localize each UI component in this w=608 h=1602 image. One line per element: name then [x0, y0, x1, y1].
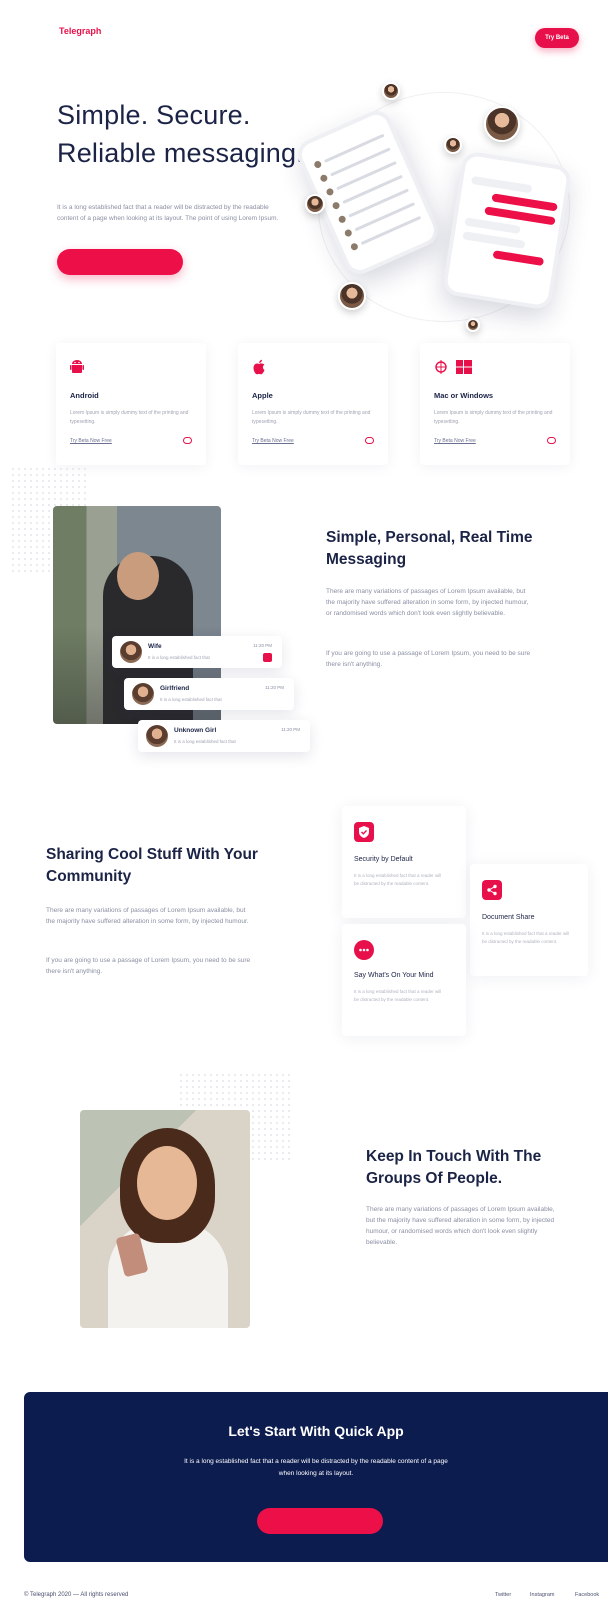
chat-name: Unknown Girl	[174, 727, 217, 734]
chat-preview-card[interactable]: Wife It is a long established fact that …	[112, 636, 282, 668]
apple-icon	[252, 359, 266, 375]
floating-avatar	[382, 82, 400, 100]
chat-message: It is a long established fact that	[160, 697, 222, 702]
platform-description: Lorem Ipsum is simply dummy text of the …	[252, 410, 371, 425]
hero-cta-button[interactable]	[57, 249, 183, 275]
floating-avatar	[338, 282, 366, 310]
feature-title: Say What's On Your Mind	[354, 972, 434, 979]
arrow-right-icon[interactable]	[547, 437, 556, 444]
cta-title: Let's Start With Quick App	[228, 1423, 404, 1439]
chat-preview-card[interactable]: Unknown Girl It is a long established fa…	[138, 720, 310, 752]
sharing-body-2: If you are going to use a passage of Lor…	[46, 957, 251, 975]
chat-bubble-icon	[354, 940, 374, 960]
platform-description: Lorem Ipsum is simply dummy text of the …	[434, 410, 553, 425]
unread-badge	[263, 653, 272, 662]
floating-avatar	[484, 106, 520, 142]
feature-description: It is a long established fact that a rea…	[482, 931, 570, 944]
platform-card-mac-windows[interactable]: Mac or Windows Lorem Ipsum is simply dum…	[420, 343, 570, 465]
try-beta-button[interactable]: Try Beta	[535, 28, 579, 48]
hero-title-line1: Simple. Secure.	[57, 100, 251, 130]
hero-title-line2: Reliable messaging.	[57, 138, 304, 168]
hero-description: It is a long established fact that a rea…	[57, 204, 279, 222]
floating-avatar	[305, 194, 325, 214]
platform-card-android[interactable]: Android Lorem Ipsum is simply dummy text…	[56, 343, 206, 465]
shield-check-icon	[354, 822, 374, 842]
chat-message: It is a long established fact that	[174, 739, 236, 744]
hero-title: Simple. Secure. Reliable messaging.	[57, 96, 304, 172]
messaging-body-2: If you are going to use a passage of Lor…	[326, 650, 531, 668]
footer-link-facebook[interactable]: Facebook	[575, 1592, 608, 1598]
chat-time: 11:20 PM	[265, 685, 284, 690]
brand-logo[interactable]: Telegraph	[59, 26, 101, 36]
cta-description: It is a long established fact that a rea…	[184, 1458, 448, 1477]
footer-link-instagram[interactable]: Instagram	[530, 1592, 554, 1598]
chat-name: Wife	[148, 643, 162, 650]
windows-icon	[456, 360, 472, 374]
platform-link[interactable]: Try Beta Now Free	[70, 438, 112, 444]
chat-time: 11:20 PM	[281, 727, 300, 732]
woman-with-phone-photo	[80, 1110, 250, 1328]
footer-link-twitter[interactable]: Twitter	[495, 1592, 511, 1598]
arrow-right-icon[interactable]	[365, 437, 374, 444]
feature-title: Document Share	[482, 914, 535, 921]
phone-mockup-conversation	[441, 150, 573, 311]
android-icon	[70, 359, 84, 375]
feature-card-security[interactable]: Security by Default It is a long establi…	[342, 806, 466, 918]
messaging-body-1: There are many variations of passages of…	[326, 588, 529, 617]
groups-title: Keep In Touch With The Groups Of People.	[366, 1148, 542, 1187]
sharing-body-1: There are many variations of passages of…	[46, 907, 249, 925]
platform-link[interactable]: Try Beta Now Free	[252, 438, 294, 444]
chat-time: 11:20 PM	[253, 643, 272, 648]
chat-preview-card[interactable]: Girlfriend It is a long established fact…	[124, 678, 294, 710]
arrow-right-icon[interactable]	[183, 437, 192, 444]
finder-icon	[435, 360, 447, 374]
platform-title: Apple	[252, 391, 273, 400]
platform-card-apple[interactable]: Apple Lorem Ipsum is simply dummy text o…	[238, 343, 388, 465]
feature-title: Security by Default	[354, 856, 413, 863]
footer-copyright: © Telegraph 2020 — All rights reserved	[24, 1592, 129, 1598]
platform-link[interactable]: Try Beta Now Free	[434, 438, 476, 444]
avatar	[120, 641, 142, 663]
share-icon	[482, 880, 502, 900]
messaging-title: Simple, Personal, Real Time Messaging	[326, 529, 533, 568]
feature-card-say-whats-on-your-mind[interactable]: Say What's On Your Mind It is a long est…	[342, 924, 466, 1036]
avatar	[132, 683, 154, 705]
feature-description: It is a long established fact that a rea…	[354, 989, 442, 1002]
floating-avatar	[444, 136, 462, 154]
feature-card-document-share[interactable]: Document Share It is a long established …	[470, 864, 588, 976]
groups-body: There are many variations of passages of…	[366, 1206, 555, 1246]
platform-title: Android	[70, 391, 99, 400]
cta-button[interactable]	[257, 1508, 383, 1534]
sharing-title: Sharing Cool Stuff With Your Community	[46, 846, 258, 885]
chat-message: It is a long established fact that	[148, 655, 210, 660]
feature-description: It is a long established fact that a rea…	[354, 873, 442, 886]
platform-description: Lorem Ipsum is simply dummy text of the …	[70, 410, 189, 425]
avatar	[146, 725, 168, 747]
platform-title: Mac or Windows	[434, 391, 494, 400]
floating-avatar	[466, 318, 480, 332]
chat-name: Girlfriend	[160, 685, 190, 692]
